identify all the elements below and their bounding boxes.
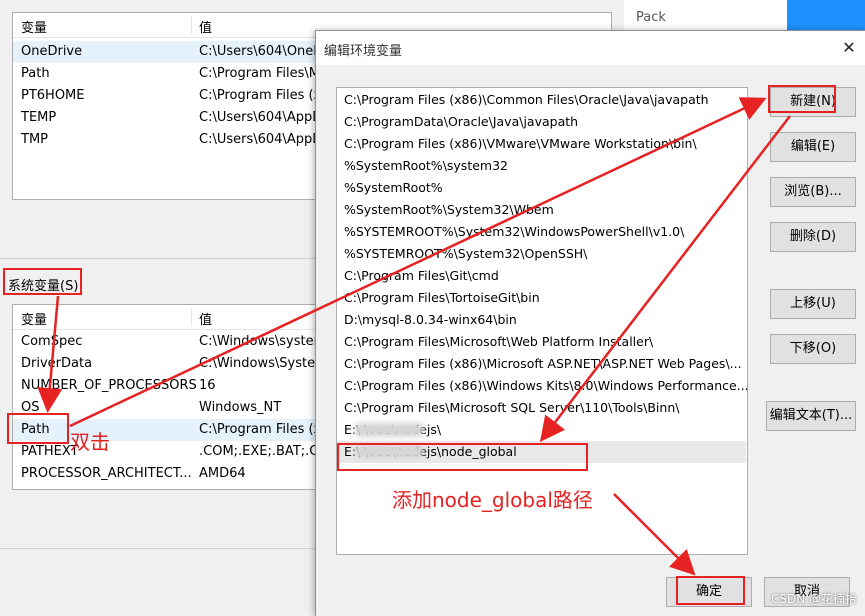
- arrow-to-new-button: [69, 97, 767, 428]
- arrow-to-ok-button: [613, 493, 696, 576]
- arrow-to-node-global-row: [539, 115, 791, 442]
- watermark: CSDN @花楠拾: [770, 592, 857, 606]
- annotation-arrows: [37, 97, 791, 576]
- arrow-to-path-row: [37, 295, 63, 413]
